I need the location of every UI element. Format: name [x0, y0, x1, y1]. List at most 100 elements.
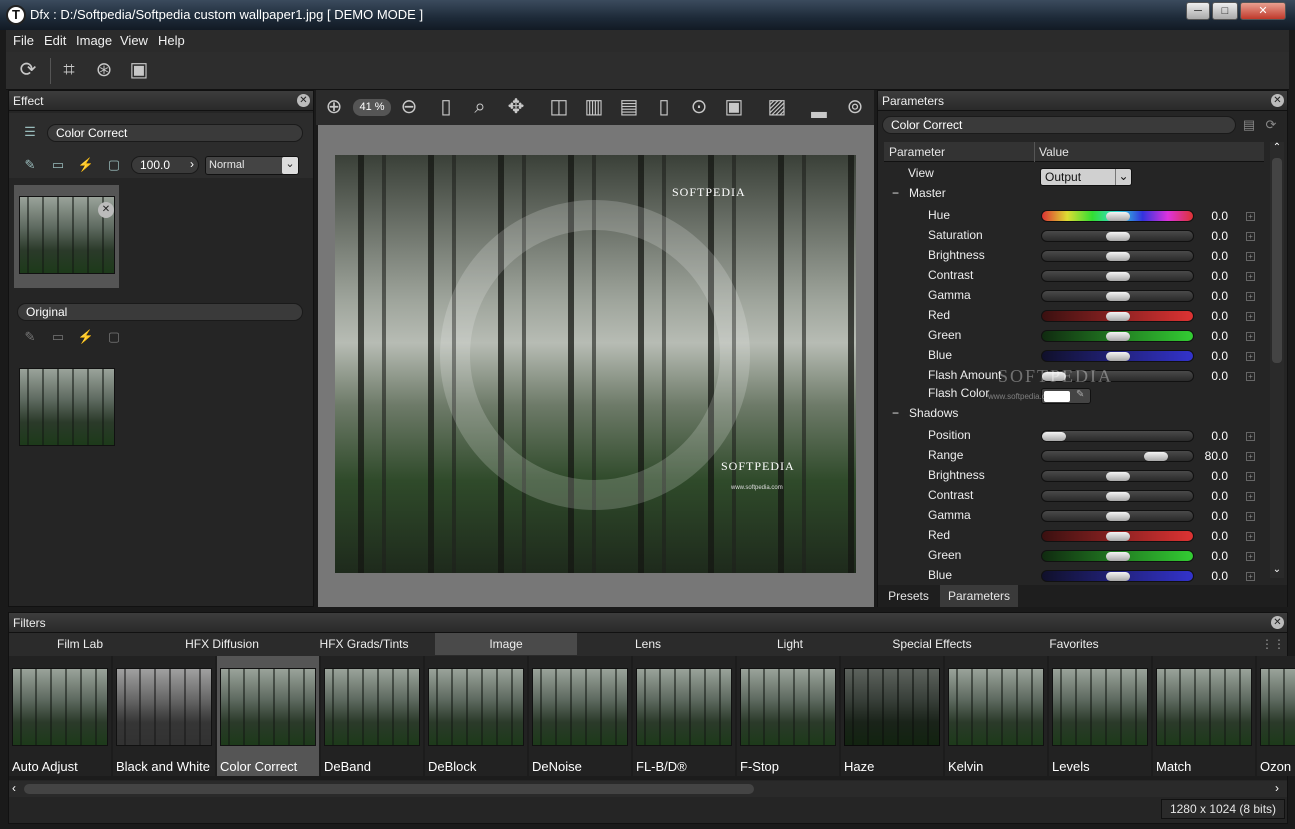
increment-icon[interactable]: + [1246, 212, 1255, 221]
scroll-left-icon[interactable]: ‹ [12, 781, 16, 795]
close-button[interactable]: ✕ [1240, 2, 1286, 20]
shadow-param-slider-knob[interactable] [1105, 472, 1130, 481]
close-icon[interactable]: ✕ [1271, 94, 1284, 107]
chevron-down-icon[interactable]: ⌄ [282, 157, 298, 174]
master-param-slider-knob[interactable] [1105, 352, 1130, 361]
filter-thumbnail[interactable] [1260, 668, 1295, 746]
shadow-param-slider[interactable] [1041, 550, 1194, 562]
filter-thumbnail[interactable] [948, 668, 1044, 746]
filter-thumbnail[interactable] [844, 668, 940, 746]
remove-effect-icon[interactable]: ✕ [98, 202, 114, 218]
shadow-param-value[interactable]: 0.0 [1188, 549, 1228, 563]
filter-item-fl-b-d-[interactable]: FL-B/D® [633, 656, 735, 776]
collapse-icon[interactable]: − [892, 406, 899, 420]
shadow-param-slider[interactable] [1041, 470, 1194, 482]
filter-item-match[interactable]: Match [1153, 656, 1255, 776]
filter-tab-special-effects[interactable]: Special Effects [861, 633, 1003, 655]
filter-tab-lens[interactable]: Lens [577, 633, 719, 655]
filter-item-deblock[interactable]: DeBlock [425, 656, 527, 776]
grid-view-icon[interactable]: ⋮⋮ [1261, 637, 1285, 651]
master-param-slider-knob[interactable] [1105, 212, 1130, 221]
scroll-down-icon[interactable]: ⌄ [1270, 564, 1284, 575]
master-param-slider[interactable] [1041, 310, 1194, 322]
increment-icon[interactable]: + [1246, 512, 1255, 521]
master-param-slider[interactable] [1041, 250, 1194, 262]
master-param-value[interactable]: 0.0 [1188, 269, 1228, 283]
master-param-slider-knob[interactable] [1105, 232, 1130, 241]
filter-item-kelvin[interactable]: Kelvin [945, 656, 1047, 776]
increment-icon[interactable]: + [1246, 272, 1255, 281]
filter-tab-film-lab[interactable]: Film Lab [9, 633, 151, 655]
shadow-param-value[interactable]: 0.0 [1188, 569, 1228, 583]
snapshot-icon[interactable]: ⊙ [686, 94, 712, 120]
increment-icon[interactable]: + [1246, 472, 1255, 481]
shadow-param-slider-knob[interactable] [1105, 572, 1130, 581]
increment-icon[interactable]: + [1246, 492, 1255, 501]
master-param-slider[interactable] [1041, 350, 1194, 362]
filter-tab-light[interactable]: Light [719, 633, 861, 655]
filter-thumbnail[interactable] [428, 668, 524, 746]
shadow-param-slider-knob[interactable] [1105, 552, 1130, 561]
menu-file[interactable]: File [13, 33, 34, 48]
shadow-param-slider[interactable] [1041, 530, 1194, 542]
shadow-param-slider[interactable] [1041, 510, 1194, 522]
filter-tab-hfx-grads-tints[interactable]: HFX Grads/Tints [293, 633, 435, 655]
shadows-group[interactable]: − Shadows [892, 406, 958, 426]
shadow-param-slider-knob[interactable] [1105, 492, 1130, 501]
display-icon[interactable]: ▣ [721, 94, 747, 120]
split-view-icon[interactable]: ◫ [546, 94, 572, 120]
master-param-slider-knob[interactable] [1105, 252, 1130, 261]
collapse-icon[interactable]: − [892, 186, 899, 200]
chevron-right-icon[interactable]: › [190, 157, 194, 171]
increment-icon[interactable]: + [1246, 352, 1255, 361]
image-icon[interactable]: ▨ [764, 94, 790, 120]
filter-thumbnail[interactable] [532, 668, 628, 746]
increment-icon[interactable]: + [1246, 312, 1255, 321]
edit-icon[interactable]: ✎ [21, 157, 39, 173]
opacity-field[interactable]: 100.0 › [131, 156, 199, 174]
shadow-param-value[interactable]: 0.0 [1188, 509, 1228, 523]
eyedropper-icon[interactable]: ✎ [1076, 389, 1084, 400]
filter-tab-hfx-diffusion[interactable]: HFX Diffusion [151, 633, 293, 655]
shadow-param-slider-knob[interactable] [1042, 432, 1066, 441]
shadow-param-slider[interactable] [1041, 570, 1194, 582]
original-thumbnail[interactable] [19, 368, 115, 446]
save-icon[interactable]: ▤ [1240, 117, 1258, 133]
mask-icon[interactable]: ▢ [105, 157, 123, 173]
scroll-right-icon[interactable]: › [1275, 781, 1279, 795]
filter-item-f-stop[interactable]: F-Stop [737, 656, 839, 776]
filter-item-denoise[interactable]: DeNoise [529, 656, 631, 776]
maximize-button[interactable]: □ [1212, 2, 1238, 20]
shadow-param-value[interactable]: 0.0 [1188, 489, 1228, 503]
tab-parameters[interactable]: Parameters [940, 585, 1018, 607]
effect-name-field[interactable]: Color Correct [47, 124, 303, 142]
filter-thumbnail[interactable] [1052, 668, 1148, 746]
filter-thumbnail[interactable] [636, 668, 732, 746]
histogram-icon[interactable]: ▂ [806, 94, 832, 120]
rotate-icon[interactable]: ⊛ [91, 57, 117, 83]
shadow-param-slider-knob[interactable] [1143, 452, 1168, 461]
preview-image[interactable]: SOFTPEDIA SOFTPEDIA www.softpedia.com [335, 155, 856, 573]
scroll-thumb[interactable] [1272, 158, 1282, 363]
menu-help[interactable]: Help [158, 33, 185, 48]
shadow-param-value[interactable]: 80.0 [1188, 449, 1228, 463]
increment-icon[interactable]: + [1246, 572, 1255, 581]
magnify-icon[interactable]: ⌕ [467, 94, 493, 120]
filter-item-haze[interactable]: Haze [841, 656, 943, 776]
zoom-in-icon[interactable]: ⊕ [321, 94, 347, 120]
loupe-icon[interactable]: ⊚ [842, 94, 868, 120]
wipe-horizontal-icon[interactable]: ▤ [616, 94, 642, 120]
blend-mode-select[interactable]: Normal ⌄ [205, 156, 299, 175]
crop-icon[interactable]: ⌗ [56, 57, 82, 83]
master-param-slider-knob[interactable] [1105, 272, 1130, 281]
filter-thumbnail[interactable] [1156, 668, 1252, 746]
master-param-slider[interactable] [1041, 270, 1194, 282]
master-param-value[interactable]: 0.0 [1188, 289, 1228, 303]
zoom-out-icon[interactable]: ⊖ [396, 94, 422, 120]
single-view-icon[interactable]: ▯ [651, 94, 677, 120]
filter-thumbnail[interactable] [116, 668, 212, 746]
shadow-param-value[interactable]: 0.0 [1188, 429, 1228, 443]
wipe-vertical-icon[interactable]: ▥ [581, 94, 607, 120]
master-param-value[interactable]: 0.0 [1188, 229, 1228, 243]
refresh-icon[interactable]: ⟳ [15, 57, 41, 83]
